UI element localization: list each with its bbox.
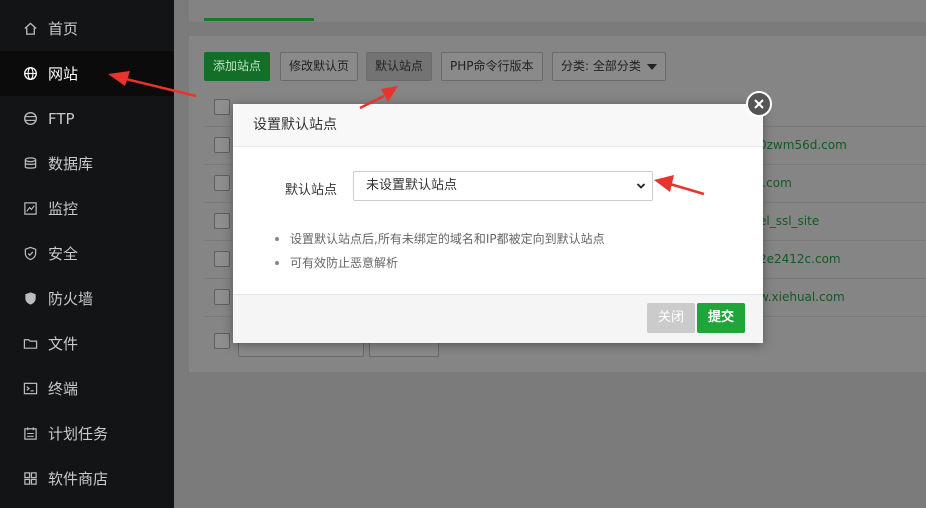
grid-icon [22,471,38,487]
bottom-select-all-checkbox[interactable] [214,333,230,349]
sidebar-item-ftp[interactable]: FTP [0,96,174,141]
sidebar-item-label: 首页 [48,20,79,38]
sidebar-item-label: 数据库 [48,155,94,173]
dialog-close-button[interactable] [746,91,772,117]
sidebar-item-firewall[interactable]: 防火墙 [0,276,174,321]
close-button[interactable]: 关闭 [647,303,696,333]
category-label: 分类: 全部分类 [561,59,641,73]
sidebar-item-label: 计划任务 [48,425,109,443]
site-link[interactable]: 0zwm56d.com [759,138,847,152]
sidebar-item-cron[interactable]: 计划任务 [0,411,174,456]
home-icon [22,21,38,37]
row-checkbox[interactable] [214,213,230,229]
edit-default-page-button[interactable]: 修改默认页 [280,52,359,81]
firewall-icon [22,291,38,307]
category-select[interactable]: 分类: 全部分类 [552,52,666,81]
shield-icon [22,246,38,262]
dialog-footer: 关闭 提交 [233,294,763,343]
sidebar-item-database[interactable]: 数据库 [0,141,174,186]
ftp-icon [22,111,38,127]
sidebar-item-label: FTP [48,109,75,128]
sidebar-item-label: 安全 [48,245,79,263]
row-checkbox[interactable] [214,137,230,153]
default-site-select-value: 未设置默认站点 [366,178,458,193]
sidebar-item-label: 终端 [48,380,79,398]
tips-list: 设置默认站点后,所有未绑定的域名和IP都被定向到默认站点 可有效防止恶意解析 [275,230,605,278]
sidebar-item-security[interactable]: 安全 [0,231,174,276]
close-icon [754,99,764,109]
tip-item: 可有效防止恶意解析 [275,254,605,278]
chevron-down-icon [636,183,646,189]
submit-button[interactable]: 提交 [697,303,746,333]
row-checkbox[interactable] [214,289,230,305]
default-site-label: 默认站点 [285,183,338,198]
site-link[interactable]: 2e2412c.com [759,252,841,266]
sidebar: 首页 网站 FTP 数据库 监控 安全 防火墙 文件 终端 计划任务 软件商店 [0,0,174,508]
sidebar-item-label: 软件商店 [48,470,109,488]
select-all-checkbox[interactable] [214,99,230,115]
php-cli-version-button[interactable]: PHP命令行版本 [441,52,543,81]
monitor-icon [22,201,38,217]
sidebar-item-label: 防火墙 [48,290,94,308]
terminal-icon [22,381,38,397]
row-checkbox[interactable] [214,251,230,267]
default-site-dialog: 设置默认站点 默认站点 未设置默认站点 设置默认站点后,所有未绑定的域名和IP都… [233,104,763,343]
dialog-title: 设置默认站点 [233,104,763,147]
sidebar-item-store[interactable]: 软件商店 [0,456,174,501]
active-tab-indicator [204,18,314,21]
caret-down-icon [646,63,657,70]
site-link[interactable]: el_ssl_site [759,214,819,228]
sidebar-item-label: 网站 [48,65,79,83]
sidebar-item-website[interactable]: 网站 [0,51,174,96]
database-icon [22,156,38,172]
tip-item: 设置默认站点后,所有未绑定的域名和IP都被定向到默认站点 [275,230,605,254]
default-site-select[interactable]: 未设置默认站点 [353,171,653,201]
site-link[interactable]: w.xiehual.com [759,290,845,304]
site-link[interactable]: l.com [759,176,792,190]
row-checkbox[interactable] [214,175,230,191]
default-site-button[interactable]: 默认站点 [366,52,433,81]
sidebar-item-files[interactable]: 文件 [0,321,174,366]
globe-icon [22,66,38,82]
sidebar-item-terminal[interactable]: 终端 [0,366,174,411]
add-site-button[interactable]: 添加站点 [204,52,271,81]
folder-icon [22,336,38,352]
sidebar-item-monitor[interactable]: 监控 [0,186,174,231]
sidebar-item-label: 监控 [48,200,79,218]
sidebar-item-home[interactable]: 首页 [0,6,174,51]
sidebar-item-label: 文件 [48,335,79,353]
calendar-icon [22,426,38,442]
